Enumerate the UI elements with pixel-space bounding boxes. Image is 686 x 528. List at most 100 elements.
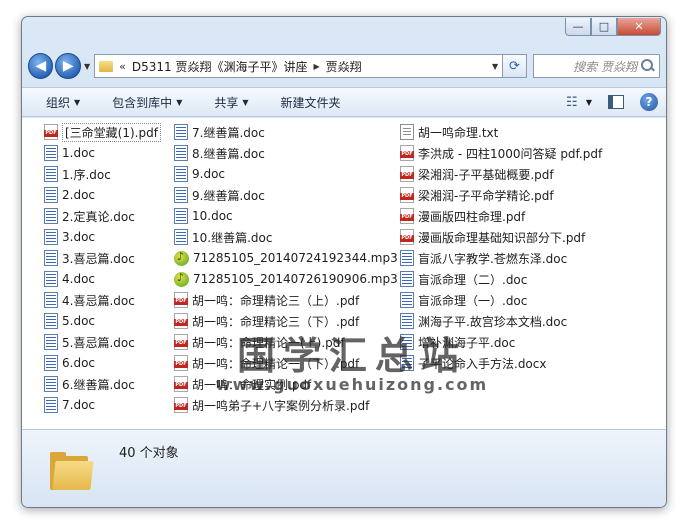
- doc-file-icon: [400, 334, 414, 350]
- file-item[interactable]: 漫画版四柱命理.pdf: [400, 206, 525, 226]
- back-arrow-icon[interactable]: ◀: [28, 53, 54, 79]
- file-item[interactable]: 梁湘润-子平命学精论.pdf: [400, 185, 554, 205]
- doc-file-icon: [44, 229, 58, 245]
- file-item[interactable]: 盲派命理（二）.doc: [400, 269, 527, 289]
- doc-file-icon: [44, 271, 58, 287]
- file-item[interactable]: 1.序.doc: [44, 164, 111, 184]
- file-item[interactable]: 8.继善篇.doc: [174, 143, 265, 163]
- file-name: 盲派命理（一）.doc: [418, 293, 528, 308]
- file-name: 盲派八字教学.苍燃东泽.doc: [418, 251, 568, 266]
- file-item[interactable]: 胡一鸣：命理精论三（下）.pdf: [174, 311, 359, 331]
- file-item[interactable]: 子平论命入手方法.docx: [400, 353, 546, 373]
- view-options-icon[interactable]: ☷: [562, 93, 582, 111]
- file-item[interactable]: 7.doc: [44, 395, 95, 415]
- file-item[interactable]: 梁湘润-子平基础概要.pdf: [400, 164, 554, 184]
- address-segment-current[interactable]: 贾焱翔: [326, 58, 362, 75]
- doc-file-icon: [174, 145, 188, 161]
- file-item[interactable]: 渊海子平.故宫珍本文档.doc: [400, 311, 567, 331]
- chevron-down-icon[interactable]: ▼: [492, 62, 498, 71]
- file-item[interactable]: 胡一鸣命理.txt: [400, 122, 498, 142]
- file-item[interactable]: 7.继善篇.doc: [174, 122, 265, 142]
- file-item[interactable]: 71285105_20140724192344.mp3: [174, 248, 398, 268]
- help-icon[interactable]: ?: [640, 93, 658, 111]
- file-name: 胡一鸣弟子+八字案例分析录.pdf: [192, 398, 370, 413]
- file-name: 1.doc: [62, 146, 96, 160]
- file-item[interactable]: 10.继善篇.doc: [174, 227, 272, 247]
- doc-file-icon: [44, 187, 58, 203]
- file-item[interactable]: 5.doc: [44, 311, 95, 331]
- doc-file-icon: [400, 355, 414, 371]
- file-name: 8.继善篇.doc: [192, 146, 265, 161]
- doc-file-icon: [44, 208, 58, 224]
- file-name: 子平论命入手方法.docx: [418, 356, 547, 371]
- file-item[interactable]: 5.喜忌篇.doc: [44, 332, 135, 352]
- file-name: 漫画版四柱命理.pdf: [418, 209, 526, 224]
- maximize-button[interactable]: □: [591, 18, 617, 36]
- file-item[interactable]: 9.继善篇.doc: [174, 185, 265, 205]
- doc-file-icon: [44, 145, 58, 161]
- doc-file-icon: [400, 313, 414, 329]
- minimize-button[interactable]: —: [565, 18, 591, 36]
- file-item[interactable]: 9.doc: [174, 164, 225, 184]
- file-item[interactable]: 1.doc: [44, 143, 95, 163]
- file-item[interactable]: 6.继善篇.doc: [44, 374, 135, 394]
- share-menu[interactable]: 共享 ▼: [214, 94, 248, 111]
- preview-pane-icon[interactable]: [608, 95, 624, 109]
- address-overflow-chevron[interactable]: «: [119, 60, 126, 73]
- file-item[interactable]: 胡一鸣弟子+八字案例分析录.pdf: [174, 395, 369, 415]
- pdf-file-icon: [174, 376, 188, 392]
- include-in-library-label: 包含到库中: [112, 95, 173, 110]
- chevron-down-icon[interactable]: ▼: [586, 98, 592, 107]
- doc-file-icon: [400, 292, 414, 308]
- doc-file-icon: [400, 271, 414, 287]
- file-item[interactable]: 漫画版命理基础知识部分下.pdf: [400, 227, 585, 247]
- pdf-file-icon: [174, 313, 188, 329]
- toolbar-right-group: ☷ ▼ ?: [546, 93, 658, 111]
- recent-pages-dropdown-icon[interactable]: ▼: [84, 62, 90, 71]
- file-name: 李洪成 - 四柱1000问答疑 pdf.pdf: [418, 146, 603, 161]
- address-bar[interactable]: « D5311 贾焱翔《渊海子平》讲座 ▶ 贾焱翔 ▼: [94, 54, 504, 78]
- file-item[interactable]: 2.定真论.doc: [44, 206, 135, 226]
- folder-icon: [99, 60, 114, 72]
- explorer-window: — □ ✕ ◀ ▶ ▼ « D5311 贾焱翔《渊海子平》讲座 ▶ 贾焱翔 ▼ …: [21, 16, 667, 508]
- details-pane: 40 个对象: [22, 429, 666, 507]
- file-item[interactable]: 10.doc: [174, 206, 233, 226]
- organize-menu[interactable]: 组织 ▼: [46, 94, 80, 111]
- file-item[interactable]: 李洪成 - 四柱1000问答疑 pdf.pdf: [400, 143, 602, 163]
- file-item[interactable]: 胡一鸣：命理实例.pdf: [174, 374, 311, 394]
- file-item[interactable]: 3.doc: [44, 227, 95, 247]
- search-icon[interactable]: [641, 59, 655, 73]
- file-item[interactable]: 胡一鸣：命理精论三（上）.pdf: [174, 290, 359, 310]
- search-input[interactable]: 搜索 贾焱翔: [532, 54, 660, 78]
- file-item[interactable]: 增补渊海子平.doc: [400, 332, 515, 352]
- close-button[interactable]: ✕: [617, 18, 661, 36]
- file-item[interactable]: 胡一鸣：命理精论一(上).pdf: [174, 332, 345, 352]
- file-item[interactable]: 4.doc: [44, 269, 95, 289]
- pdf-file-icon: [44, 124, 58, 140]
- include-in-library-menu[interactable]: 包含到库中 ▼: [112, 94, 182, 111]
- file-item[interactable]: 3.喜忌篇.doc: [44, 248, 135, 268]
- file-item[interactable]: 71285105_20140726190906.mp3: [174, 269, 398, 289]
- pdf-file-icon: [174, 397, 188, 413]
- refresh-icon[interactable]: ⟳: [503, 54, 527, 78]
- file-name: 胡一鸣：命理精论三（上）.pdf: [192, 293, 360, 308]
- mp3-file-icon: [174, 250, 189, 266]
- file-item[interactable]: 4.喜忌篇.doc: [44, 290, 135, 310]
- file-list[interactable]: [三命堂藏(1).pdf 1.doc 1.序.doc 2.doc 2.定真论.doc 3.…: [22, 118, 666, 449]
- file-item[interactable]: 盲派八字教学.苍燃东泽.doc: [400, 248, 567, 268]
- pdf-file-icon: [174, 292, 188, 308]
- file-item[interactable]: 胡一鸣：命理精论一（下）.pdf: [174, 353, 359, 373]
- doc-file-icon: [44, 292, 58, 308]
- file-item[interactable]: 6.doc: [44, 353, 95, 373]
- file-name: 增补渊海子平.doc: [418, 335, 516, 350]
- address-segment-parent[interactable]: D5311 贾焱翔《渊海子平》讲座: [132, 58, 308, 75]
- chevron-right-icon[interactable]: ▶: [313, 62, 319, 71]
- pdf-file-icon: [400, 187, 414, 203]
- file-item[interactable]: [三命堂藏(1).pdf: [44, 122, 161, 142]
- forward-arrow-icon[interactable]: ▶: [55, 53, 81, 79]
- folder-icon: [50, 452, 94, 490]
- file-name: 3.doc: [62, 230, 96, 244]
- new-folder-button[interactable]: 新建文件夹: [281, 94, 341, 111]
- file-item[interactable]: 2.doc: [44, 185, 95, 205]
- file-item[interactable]: 盲派命理（一）.doc: [400, 290, 527, 310]
